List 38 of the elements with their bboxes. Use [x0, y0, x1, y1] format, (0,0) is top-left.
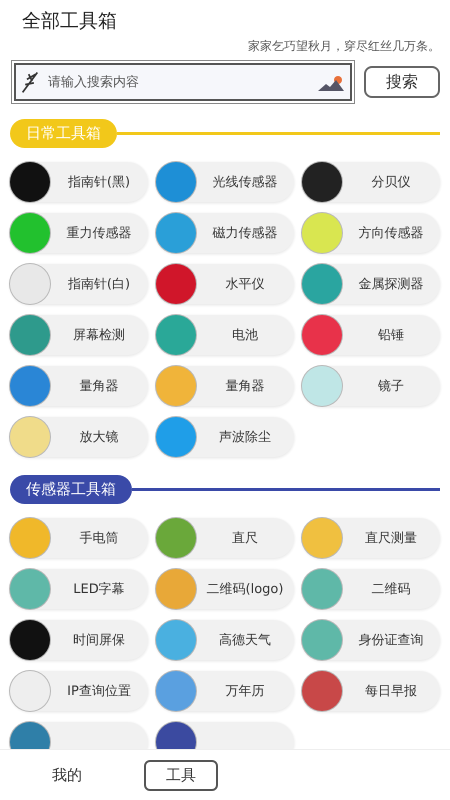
tool-item[interactable]: IP查询位置	[10, 671, 148, 711]
tool-item[interactable]: 量角器	[156, 366, 294, 406]
nav-tab[interactable]: 我的	[30, 760, 104, 791]
tool-item[interactable]: 直尺	[156, 518, 294, 558]
tool-item[interactable]: 磁力传感器	[156, 213, 294, 253]
tool-item[interactable]: 金属探测器	[302, 264, 440, 304]
tool-item[interactable]: 放大镜	[10, 417, 148, 457]
tool-item[interactable]: 二维码	[302, 569, 440, 609]
tool-item[interactable]: 镜子	[302, 366, 440, 406]
tool-item[interactable]: 声波除尘	[156, 417, 294, 457]
search-button[interactable]: 搜索	[364, 66, 440, 98]
section-title: 传感器工具箱	[10, 475, 132, 504]
tool-item[interactable]: 方向传感器	[302, 213, 440, 253]
nav-tab[interactable]: 工具	[144, 760, 218, 791]
tool-item[interactable]: 高德天气	[156, 620, 294, 660]
tool-item[interactable]: 直尺测量	[302, 518, 440, 558]
page-title: 全部工具箱	[21, 9, 118, 34]
tool-item[interactable]: 指南针(黑)	[10, 162, 148, 202]
motto-text: 家家乞巧望秋月，穿尽红丝几万条。	[247, 38, 440, 55]
tool-item[interactable]: 时间屏保	[10, 620, 148, 660]
tool-item[interactable]: 屏幕检测	[10, 315, 148, 355]
tool-item[interactable]: 二维码(logo)	[156, 569, 294, 609]
tool-item[interactable]: 万年历	[156, 671, 294, 711]
tool-item[interactable]: 量角器	[10, 366, 148, 406]
tool-item[interactable]: 分贝仪	[302, 162, 440, 202]
tool-item[interactable]: 身份证查询	[302, 620, 440, 660]
search-input[interactable]: 请输入搜索内容	[46, 74, 316, 90]
tool-item[interactable]: 每日早报	[302, 671, 440, 711]
search-field[interactable]: 请输入搜索内容	[14, 63, 352, 101]
tool-item[interactable]: LED字幕	[10, 569, 148, 609]
tool-item[interactable]: 铅锤	[302, 315, 440, 355]
tool-item[interactable]: 手电筒	[10, 518, 148, 558]
section-title: 日常工具箱	[10, 119, 117, 148]
tool-item[interactable]: 光线传感器	[156, 162, 294, 202]
tool-item[interactable]: 水平仪	[156, 264, 294, 304]
tool-item[interactable]: 电池	[156, 315, 294, 355]
tool-item[interactable]: 重力传感器	[10, 213, 148, 253]
tool-item[interactable]: 指南针(白)	[10, 264, 148, 304]
